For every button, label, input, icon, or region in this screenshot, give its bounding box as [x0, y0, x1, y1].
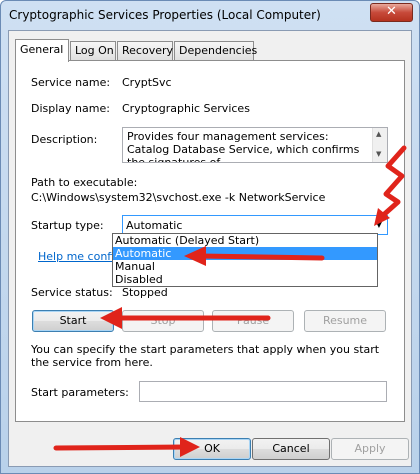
tab-general[interactable]: General: [15, 39, 69, 62]
cancel-button[interactable]: Cancel: [252, 438, 330, 460]
tab-log-on[interactable]: Log On: [70, 41, 116, 61]
display-name-label: Display name:: [31, 102, 110, 115]
apply-button[interactable]: Apply: [331, 438, 409, 460]
stop-button-label: Stop: [150, 314, 176, 327]
startup-option-disabled[interactable]: Disabled: [113, 273, 377, 286]
startup-option-delayed[interactable]: Automatic (Delayed Start): [113, 234, 377, 247]
tab-dependencies-label: Dependencies: [179, 44, 258, 57]
window-title: Cryptographic Services Properties (Local…: [9, 8, 321, 22]
service-name-value: CryptSvc: [122, 76, 172, 89]
cancel-button-label: Cancel: [272, 442, 310, 455]
startup-option-disabled-label: Disabled: [115, 273, 163, 286]
pause-button-label: Pause: [236, 314, 270, 327]
resume-button[interactable]: Resume: [304, 310, 386, 332]
service-status-label: Service status:: [31, 286, 113, 299]
resume-button-label: Resume: [322, 314, 368, 327]
startup-type-select[interactable]: Automatic ▼: [122, 215, 388, 235]
start-button[interactable]: Start: [32, 310, 114, 332]
stop-button[interactable]: Stop: [122, 310, 204, 332]
path-label: Path to executable:: [31, 176, 138, 189]
chevron-down-icon[interactable]: ▼: [371, 216, 387, 234]
scroll-up-icon[interactable]: ▲: [376, 130, 381, 138]
service-status-value: Stopped: [122, 286, 168, 299]
start-parameters-note: You can specify the start parameters tha…: [31, 343, 380, 369]
tab-recovery-label: Recovery: [122, 44, 174, 57]
startup-type-dropdown[interactable]: Automatic (Delayed Start) Automatic Manu…: [112, 233, 378, 287]
tab-general-label: General: [20, 43, 64, 56]
startup-option-delayed-label: Automatic (Delayed Start): [115, 234, 260, 247]
startup-type-label: Startup type:: [31, 219, 104, 232]
tab-recovery[interactable]: Recovery: [117, 41, 173, 61]
ok-button-label: OK: [204, 442, 220, 455]
start-parameters-label: Start parameters:: [31, 386, 129, 399]
startup-option-manual[interactable]: Manual: [113, 260, 377, 273]
start-button-label: Start: [59, 314, 87, 327]
display-name-value: Cryptographic Services: [122, 102, 250, 115]
close-button[interactable]: ✕: [370, 3, 413, 22]
description-text: Provides four management services: Catal…: [127, 130, 360, 162]
start-parameters-input[interactable]: [139, 381, 387, 402]
startup-option-automatic-label: Automatic: [115, 247, 172, 260]
apply-button-label: Apply: [354, 442, 386, 455]
scroll-down-icon[interactable]: ▼: [376, 150, 381, 158]
description-label: Description:: [31, 133, 98, 146]
pause-button[interactable]: Pause: [212, 310, 294, 332]
tab-log-on-label: Log On: [75, 44, 114, 57]
title-bar[interactable]: Cryptographic Services Properties (Local…: [1, 1, 419, 29]
startup-option-manual-label: Manual: [115, 260, 155, 273]
tab-dependencies[interactable]: Dependencies: [174, 41, 258, 61]
ok-button[interactable]: OK: [173, 438, 251, 460]
close-icon: ✕: [386, 4, 397, 19]
description-box[interactable]: Provides four management services: Catal…: [122, 127, 388, 163]
startup-option-automatic[interactable]: Automatic: [113, 247, 377, 260]
path-value: C:\Windows\system32\svchost.exe -k Netwo…: [31, 191, 326, 204]
startup-type-selected: Automatic: [126, 219, 183, 232]
service-name-label: Service name:: [31, 76, 111, 89]
description-scrollbar[interactable]: ▲ ▼: [372, 128, 387, 162]
